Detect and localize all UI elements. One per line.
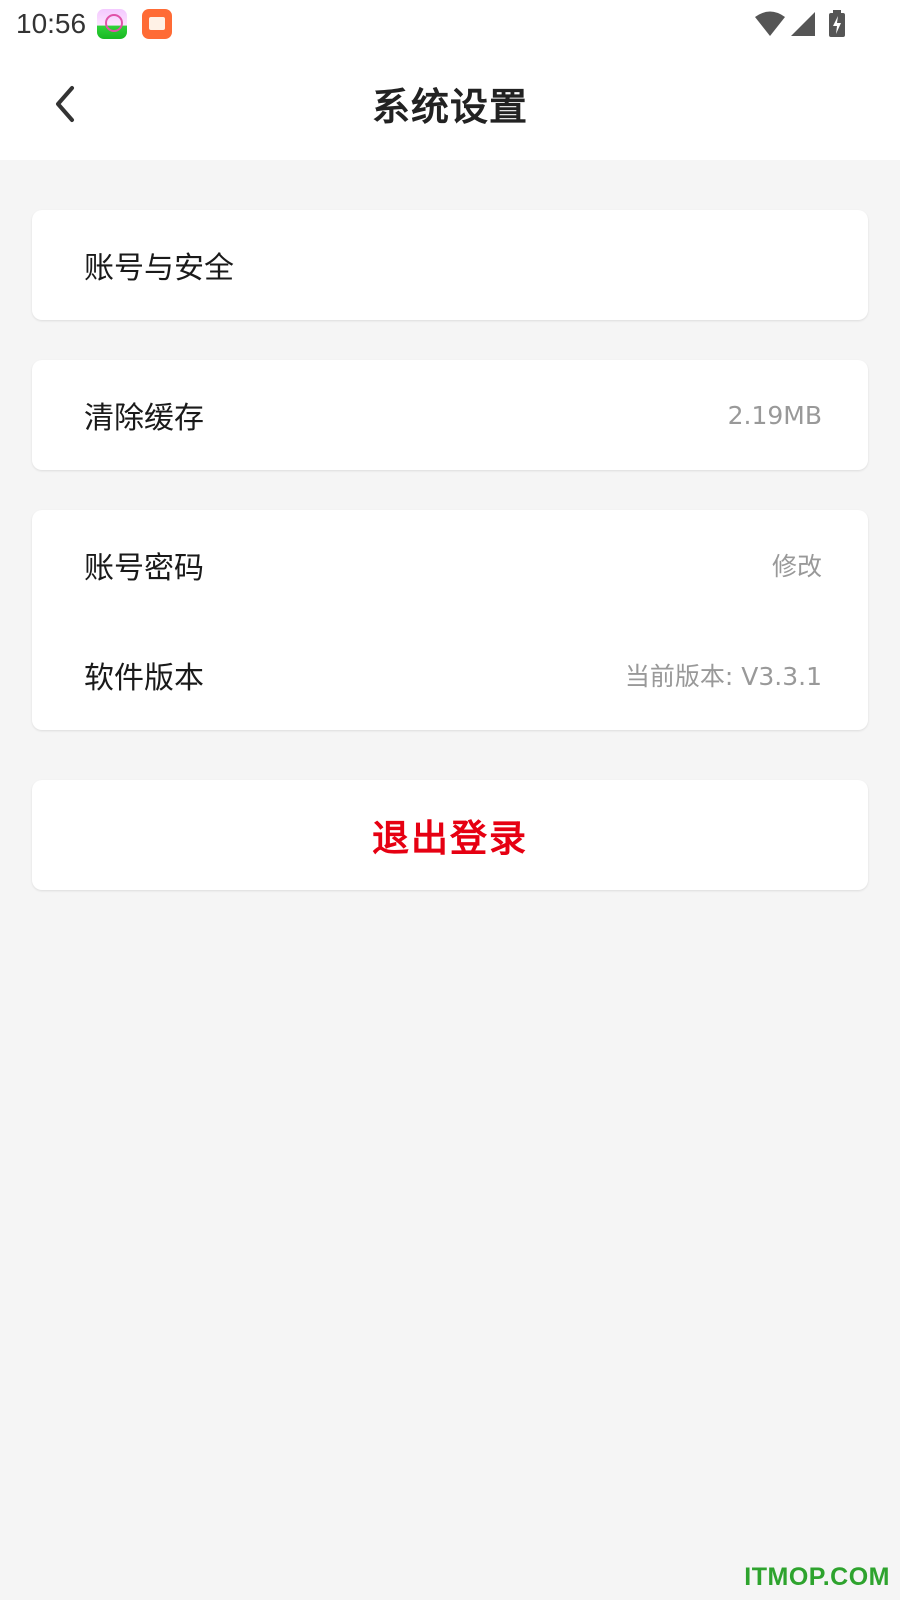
- cache-size-value: 2.19MB: [727, 400, 822, 430]
- page-title: 系统设置: [371, 85, 528, 129]
- logout-card: 退出登录: [32, 780, 868, 890]
- clear-cache-card: 清除缓存 2.19MB: [32, 360, 868, 470]
- clear-cache-row[interactable]: 清除缓存 2.19MB: [32, 360, 868, 470]
- account-info-card: 账号密码 修改 软件版本 当前版本: V3.3.1: [32, 510, 868, 730]
- reader-app-icon: [142, 9, 172, 39]
- account-security-row[interactable]: 账号与安全: [32, 210, 868, 320]
- status-bar: 10:56: [0, 0, 900, 48]
- logout-label: 退出登录: [372, 817, 528, 860]
- watermark: ITMOP.COM: [744, 1563, 890, 1591]
- modify-password-link[interactable]: 修改: [772, 547, 822, 583]
- account-password-label: 账号密码: [84, 551, 204, 586]
- nav-bar: 系统设置: [0, 48, 900, 160]
- account-password-row[interactable]: 账号密码 修改: [32, 510, 868, 620]
- wifi-icon: [755, 11, 785, 36]
- software-version-row[interactable]: 软件版本 当前版本: V3.3.1: [32, 620, 868, 730]
- account-security-card: 账号与安全: [32, 210, 868, 320]
- current-version-value: 当前版本: V3.3.1: [624, 662, 822, 691]
- logout-button[interactable]: 退出登录: [32, 780, 868, 890]
- clear-cache-label: 清除缓存: [84, 401, 204, 436]
- notification-app-icon: [97, 9, 127, 39]
- status-icons: [754, 10, 864, 38]
- status-time: 10:56: [16, 8, 87, 39]
- software-version-label: 软件版本: [84, 661, 204, 696]
- signal-icon: [791, 12, 815, 36]
- account-security-label: 账号与安全: [84, 251, 234, 286]
- battery-charging-icon: [829, 10, 845, 37]
